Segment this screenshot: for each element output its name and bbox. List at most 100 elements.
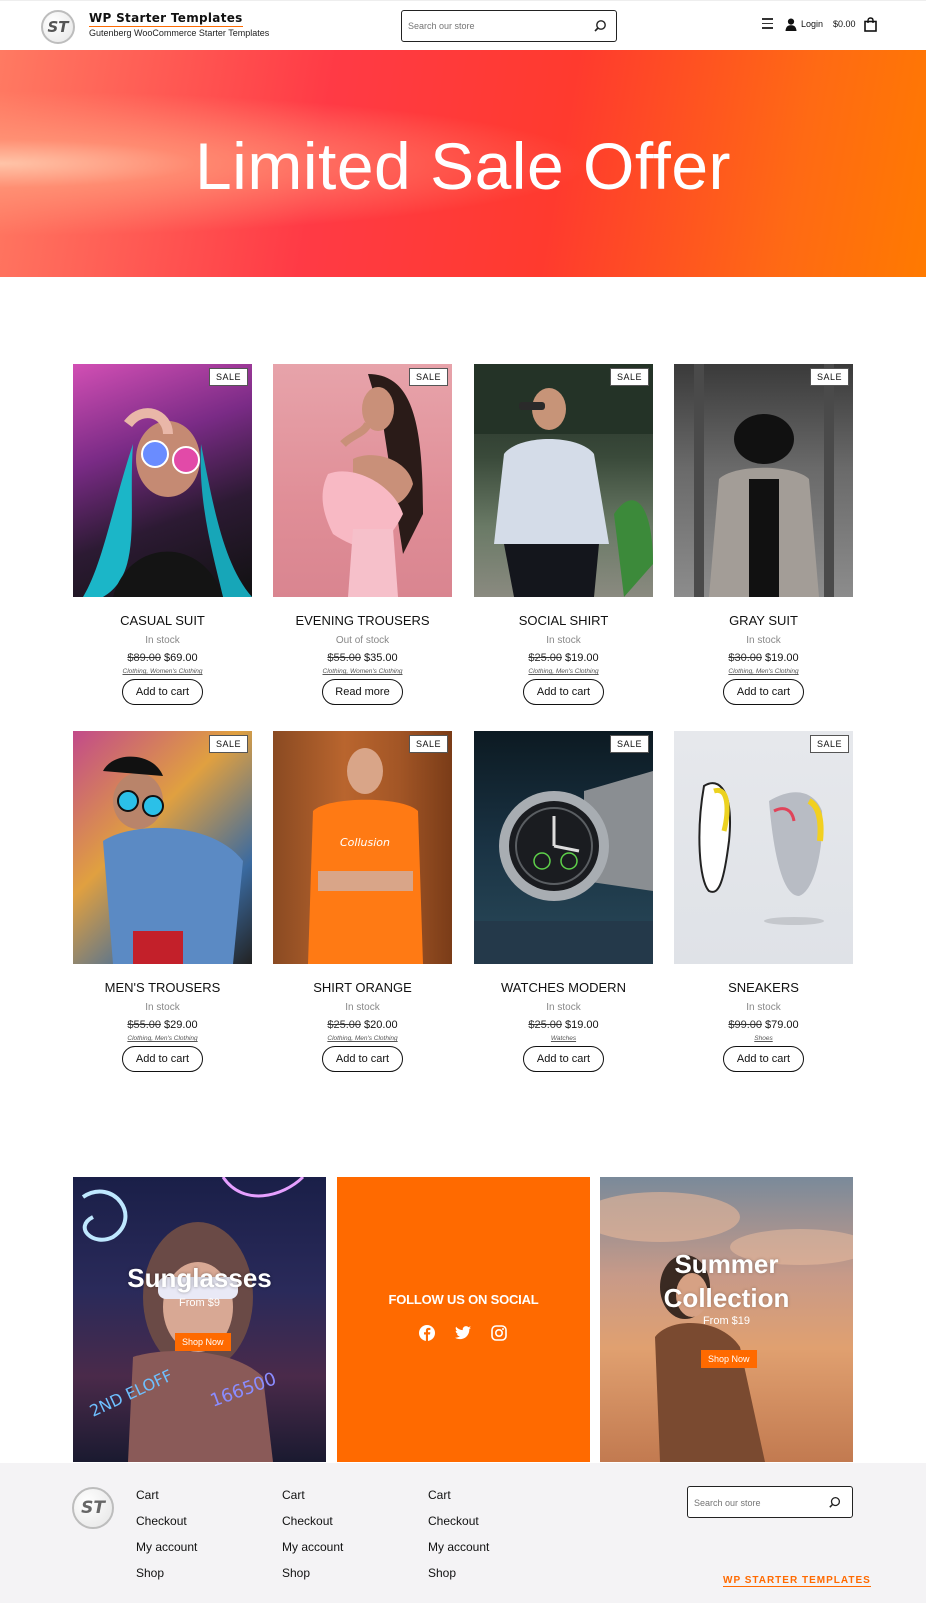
sale-price: $19.00 <box>565 652 599 664</box>
product-name[interactable]: GRAY SUIT <box>674 613 853 628</box>
stock-status: In stock <box>746 635 781 646</box>
product-image[interactable]: SALE <box>73 364 252 597</box>
sale-badge: SALE <box>208 368 248 386</box>
product-categories[interactable]: Watches <box>474 1035 653 1042</box>
footer-link-cart[interactable]: Cart <box>428 1488 489 1514</box>
sale-badge: SALE <box>609 735 649 753</box>
footer-link-cart[interactable]: Cart <box>282 1488 343 1514</box>
promo-social: FOLLOW US ON SOCIAL <box>337 1177 590 1462</box>
promo-subtitle: From $9 <box>179 1297 220 1309</box>
add-to-cart-button[interactable]: Add to cart <box>723 679 804 705</box>
footer-link-my-account[interactable]: My account <box>282 1540 343 1566</box>
shop-now-button[interactable]: Shop Now <box>175 1333 231 1351</box>
product-price: $25.00 $19.00 <box>474 652 653 664</box>
add-to-cart-button[interactable]: Add to cart <box>122 1046 203 1072</box>
product-price: $30.00 $19.00 <box>674 652 853 664</box>
site-tagline: Gutenberg WooCommerce Starter Templates <box>89 28 270 38</box>
product-price: $99.00 $79.00 <box>674 1019 853 1031</box>
product-card: SALE EVENING TROUSERS Out of stock $55.0… <box>273 364 452 705</box>
site-header: ST WP Starter Templates Gutenberg WooCom… <box>0 0 926 50</box>
search-input[interactable] <box>408 17 578 35</box>
footer-search-input[interactable] <box>694 1494 814 1512</box>
product-name[interactable]: SOCIAL SHIRT <box>474 613 653 628</box>
cart-total[interactable]: $0.00 <box>833 19 856 29</box>
footer-link-checkout[interactable]: Checkout <box>282 1514 343 1540</box>
stock-status: In stock <box>746 1002 781 1013</box>
product-image[interactable]: SALE <box>674 364 853 597</box>
sale-price: $29.00 <box>164 1019 198 1031</box>
menu-icon[interactable] <box>762 18 773 29</box>
sale-badge: SALE <box>408 368 448 386</box>
login-link[interactable]: Login <box>801 19 823 29</box>
site-title[interactable]: WP Starter Templates <box>89 11 243 27</box>
product-categories[interactable]: Clothing, Men's Clothing <box>474 668 653 675</box>
product-card: SALE GRAY SUIT In stock $30.00 $19.00 Clo… <box>674 364 853 705</box>
footer-link-shop[interactable]: Shop <box>136 1566 197 1592</box>
search-icon[interactable] <box>592 18 608 34</box>
product-image[interactable]: SALE <box>273 364 452 597</box>
sale-price: $35.00 <box>364 652 398 664</box>
product-card: Collusion SALE SHIRT ORANGE In stock $25… <box>273 731 452 1072</box>
footer-link-shop[interactable]: Shop <box>428 1566 489 1592</box>
product-name[interactable]: SHIRT ORANGE <box>273 980 452 995</box>
product-categories[interactable]: Clothing, Men's Clothing <box>73 1035 252 1042</box>
product-categories[interactable]: Shoes <box>674 1035 853 1042</box>
old-price: $55.00 <box>327 652 361 664</box>
read-more-button[interactable]: Read more <box>322 679 403 705</box>
sale-price: $19.00 <box>765 652 799 664</box>
shopping-bag-icon[interactable] <box>864 17 877 32</box>
product-card: SALE MEN'S TROUSERS In stock $55.00 $29.0… <box>73 731 252 1072</box>
product-name[interactable]: EVENING TROUSERS <box>273 613 452 628</box>
twitter-icon[interactable] <box>455 1326 471 1340</box>
search-icon[interactable] <box>827 1495 842 1510</box>
promo-summer[interactable]: Summer Collection From $19 Shop Now <box>600 1177 853 1462</box>
add-to-cart-button[interactable]: Add to cart <box>122 679 203 705</box>
facebook-icon[interactable] <box>419 1325 435 1341</box>
sale-price: $20.00 <box>364 1019 398 1031</box>
promo-sunglasses[interactable]: 2ND ELOFF 166500 Sunglasses From $9 Shop… <box>73 1177 326 1462</box>
footer-link-checkout[interactable]: Checkout <box>428 1514 489 1540</box>
add-to-cart-button[interactable]: Add to cart <box>723 1046 804 1072</box>
product-price: $55.00 $35.00 <box>273 652 452 664</box>
product-name[interactable]: SNEAKERS <box>674 980 853 995</box>
footer-link-cart[interactable]: Cart <box>136 1488 197 1514</box>
user-icon[interactable] <box>785 18 797 31</box>
shop-now-button[interactable]: Shop Now <box>701 1350 757 1368</box>
footer-menu: Cart Checkout My account Shop <box>428 1488 489 1592</box>
footer-brand-link[interactable]: WP STARTER TEMPLATES <box>723 1575 871 1587</box>
product-image[interactable]: Collusion SALE <box>273 731 452 964</box>
stock-status: In stock <box>546 635 581 646</box>
old-price: $25.00 <box>528 652 562 664</box>
product-card: SALE SNEAKERS In stock $99.00 $79.00 Shoe… <box>674 731 853 1072</box>
footer-menu: Cart Checkout My account Shop <box>136 1488 197 1592</box>
product-image[interactable]: SALE <box>474 731 653 964</box>
product-price: $25.00 $19.00 <box>474 1019 653 1031</box>
product-name[interactable]: WATCHES MODERN <box>474 980 653 995</box>
footer-link-checkout[interactable]: Checkout <box>136 1514 197 1540</box>
add-to-cart-button[interactable]: Add to cart <box>523 1046 604 1072</box>
promo-subtitle: From $19 <box>702 1315 751 1327</box>
add-to-cart-button[interactable]: Add to cart <box>523 679 604 705</box>
sale-badge: SALE <box>208 735 248 753</box>
product-image[interactable]: SALE <box>674 731 853 964</box>
product-categories[interactable]: Clothing, Women's Clothing <box>73 668 252 675</box>
site-footer: ST Cart Checkout My account Shop Cart Ch… <box>0 1463 926 1603</box>
footer-link-my-account[interactable]: My account <box>428 1540 489 1566</box>
product-image[interactable]: SALE <box>474 364 653 597</box>
product-categories[interactable]: Clothing, Men's Clothing <box>273 1035 452 1042</box>
social-title: FOLLOW US ON SOCIAL <box>388 1292 539 1307</box>
product-categories[interactable]: Clothing, Women's Clothing <box>273 668 452 675</box>
footer-logo[interactable]: ST <box>72 1487 114 1529</box>
site-logo[interactable]: ST <box>41 10 75 44</box>
instagram-icon[interactable] <box>491 1325 507 1341</box>
sale-price: $19.00 <box>565 1019 599 1031</box>
product-name[interactable]: MEN'S TROUSERS <box>73 980 252 995</box>
add-to-cart-button[interactable]: Add to cart <box>322 1046 403 1072</box>
product-name[interactable]: CASUAL SUIT <box>73 613 252 628</box>
stock-status: In stock <box>345 1002 380 1013</box>
footer-link-my-account[interactable]: My account <box>136 1540 197 1566</box>
footer-link-shop[interactable]: Shop <box>282 1566 343 1592</box>
product-image[interactable]: SALE <box>73 731 252 964</box>
product-categories[interactable]: Clothing, Men's Clothing <box>674 668 853 675</box>
stock-status: Out of stock <box>335 635 390 646</box>
